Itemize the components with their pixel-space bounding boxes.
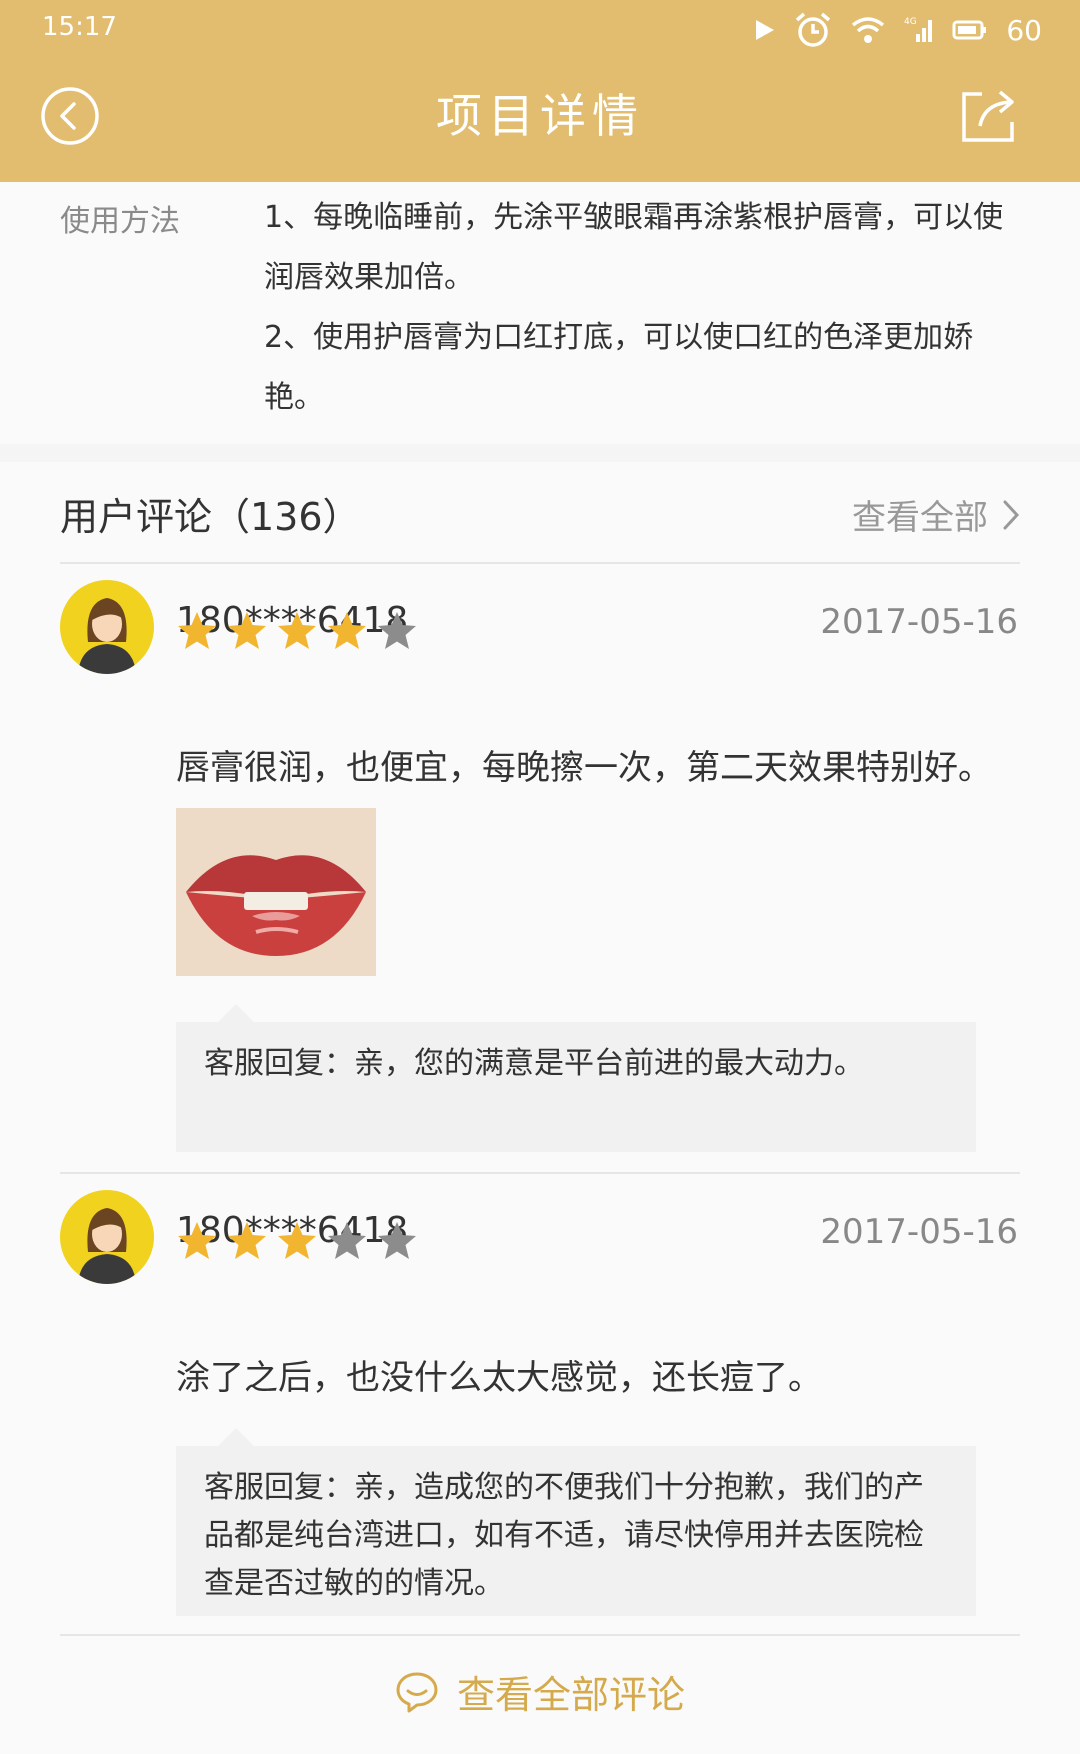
divider [60, 1172, 1020, 1174]
share-button[interactable] [958, 86, 1018, 146]
svg-text:4G: 4G [904, 17, 917, 27]
app-header: 15:17 4G 60 项目详情 [0, 0, 1080, 182]
view-all-label: 查看全部 [852, 498, 988, 538]
star-empty-icon [378, 612, 416, 649]
divider [60, 562, 1020, 564]
star-filled-icon [178, 1222, 216, 1259]
comments-title: 用户评论（136） [60, 495, 361, 539]
play-icon [756, 20, 775, 40]
comment-bubble-icon [396, 1672, 438, 1712]
battery-icon [952, 20, 987, 40]
avatar [60, 1190, 154, 1284]
signal-icon: 4G [904, 17, 933, 42]
star-filled-icon [178, 612, 216, 649]
chevron-right-icon [1003, 500, 1020, 529]
usage-text: 1、每晚临睡前，先涂平皱眼霜再涂紫根护唇膏，可以使润唇效果加倍。 2、使用护唇膏… [264, 188, 1024, 428]
status-time: 15:17 [42, 12, 117, 42]
comment-date: 2017-05-16 [820, 1212, 1018, 1252]
usage-line-2: 2、使用护唇膏为口红打底，可以使口红的色泽更加娇艳。 [264, 320, 974, 415]
star-filled-icon [228, 1222, 266, 1259]
star-filled-icon [278, 1222, 316, 1259]
alarm-icon [796, 12, 831, 47]
rating-stars [176, 610, 418, 652]
star-empty-icon [328, 1222, 366, 1259]
view-all-button[interactable]: 查看全部 [852, 490, 1020, 539]
star-empty-icon [378, 1222, 416, 1259]
comment-photo[interactable] [176, 808, 376, 976]
divider [60, 1634, 1020, 1636]
comment-text: 唇膏很润，也便宜，每晚擦一次，第二天效果特别好。 [176, 748, 992, 788]
avatar [60, 580, 154, 674]
wifi-icon [852, 17, 885, 43]
status-icons: 4G 60 [754, 8, 1042, 52]
usage-label: 使用方法 [60, 204, 180, 239]
view-all-comments-label: 查看全部评论 [456, 1673, 685, 1717]
battery-level: 60 [1006, 13, 1042, 47]
rating-stars [176, 1220, 418, 1262]
page-title: 项目详情 [436, 89, 644, 143]
comments-section: 用户评论（136） 查看全部 180****6418 2017-05-16 唇膏… [0, 462, 1080, 1754]
comment-date: 2017-05-16 [820, 602, 1018, 642]
star-filled-icon [278, 612, 316, 649]
view-all-comments-button[interactable]: 查看全部评论 [0, 1664, 1080, 1719]
comment-text: 涂了之后，也没什么太大感觉，还长痘了。 [176, 1358, 822, 1398]
service-reply: 客服回复：亲，造成您的不便我们十分抱歉，我们的产品都是纯台湾进口，如有不适，请尽… [176, 1428, 976, 1616]
star-filled-icon [228, 612, 266, 649]
usage-section: 使用方法 1、每晚临睡前，先涂平皱眼霜再涂紫根护唇膏，可以使润唇效果加倍。 2、… [0, 182, 1080, 444]
service-reply: 客服回复：亲，您的满意是平台前进的最大动力。 [176, 1004, 976, 1152]
star-filled-icon [328, 612, 366, 649]
usage-line-1: 1、每晚临睡前，先涂平皱眼霜再涂紫根护唇膏，可以使润唇效果加倍。 [264, 200, 1004, 295]
